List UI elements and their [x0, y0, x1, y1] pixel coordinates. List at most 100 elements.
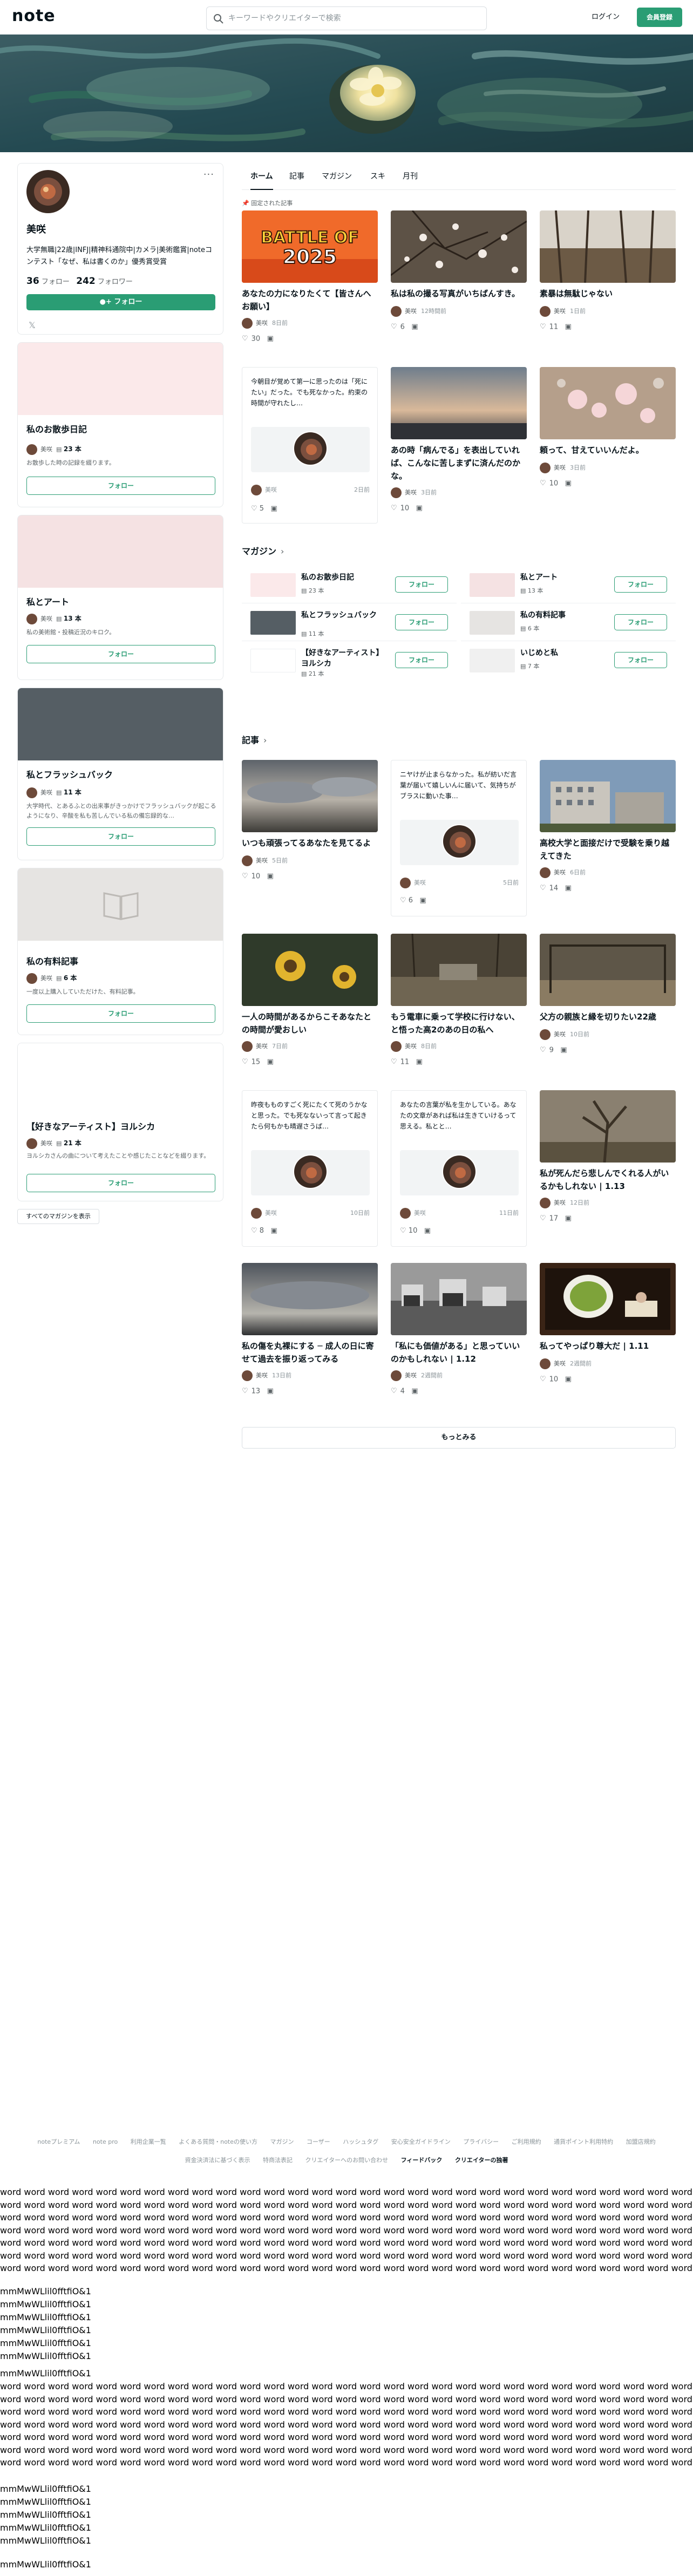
bookmark-icon[interactable]: ▣	[416, 503, 423, 514]
heart-icon[interactable]: ♡	[242, 334, 248, 344]
avatar[interactable]	[26, 170, 70, 213]
bookmark-icon[interactable]: ▣	[411, 1386, 418, 1397]
article-card[interactable]: 今朝目が覚めて第一に思ったのは「死にたい」だった。でも死なかった。約束の時間が守…	[242, 367, 378, 529]
follow-button[interactable]: フォロー	[395, 614, 448, 630]
following-label[interactable]: フォロー	[42, 278, 70, 286]
bookmark-icon[interactable]: ▣	[270, 1227, 277, 1235]
footer-link[interactable]: 利用企業一覧	[131, 2138, 166, 2145]
follow-button[interactable]: フォロー	[395, 576, 448, 593]
x-icon[interactable]: 𝕏	[29, 320, 36, 330]
article-card[interactable]: 頼って、甘えていいんだよ。 美咲 3日前 ♡ 10 ▣	[540, 367, 676, 529]
magazine-card[interactable]: 私とアート 美咲 ▤ 13 本 私の美術館・投稿近況のキロク。 フォロー	[17, 515, 223, 680]
footer-link[interactable]: note pro	[93, 2138, 118, 2145]
heart-icon[interactable]: ♡	[400, 1227, 406, 1235]
bookmark-icon[interactable]: ▣	[424, 1227, 431, 1235]
follow-button[interactable]: フォロー	[26, 827, 215, 846]
article-card[interactable]: 私は私の撮る写真がいちばんすき。 美咲 12時間前 ♡ 6 ▣	[391, 210, 527, 356]
bookmark-icon[interactable]: ▣	[565, 322, 572, 332]
article-card[interactable]: あの時「病んでる」を表出していれば、こんなに苦しまずに済んだのかな。 美咲 3日前…	[391, 367, 527, 529]
footer-link[interactable]: 特商法表記	[263, 2157, 293, 2164]
article-card[interactable]: BATTLE OF 2025 あなたの力になりたくて【皆さんへお願い】 美咲 8日前…	[242, 210, 378, 356]
footer-link[interactable]: ハッシュタグ	[343, 2138, 378, 2145]
heart-icon[interactable]: ♡	[400, 896, 406, 905]
note-logo[interactable]: note	[12, 6, 56, 25]
bookmark-icon[interactable]: ▣	[267, 1057, 274, 1068]
footer-link[interactable]: 資金決済法に基づく表示	[185, 2157, 250, 2164]
tab-likes[interactable]: スキ	[370, 171, 385, 190]
article-card[interactable]: 素暴は無駄じゃない 美咲 1日前 ♡ 11 ▣	[540, 210, 676, 356]
article-card[interactable]: いつも頑張ってるあなたを見てるよ 美咲 5日前 ♡ 10 ▣	[242, 760, 378, 922]
bookmark-icon[interactable]: ▣	[267, 871, 274, 882]
bookmark-icon[interactable]: ▣	[267, 1386, 274, 1397]
heart-icon[interactable]: ♡	[391, 1386, 397, 1397]
follow-button[interactable]: フォロー	[26, 645, 215, 663]
signup-button[interactable]: 会員登録	[637, 8, 682, 27]
magazine-card[interactable]: 私とフラッシュバック 美咲 ▤ 11 本 大学時代、とあるふとの出来事がきっかけ…	[17, 688, 223, 860]
login-button[interactable]: ログイン	[584, 9, 627, 26]
bookmark-icon[interactable]: ▣	[560, 1045, 567, 1056]
search-box[interactable]	[206, 6, 487, 30]
footer-link[interactable]: noteプレミアム	[37, 2138, 80, 2145]
follow-button[interactable]: フォロー	[26, 1174, 215, 1192]
follow-button[interactable]: フォロー	[614, 614, 667, 630]
follow-button[interactable]: フォロー	[614, 652, 667, 668]
heart-icon[interactable]: ♡	[251, 1227, 257, 1235]
article-card[interactable]: 昨夜もものすごく死にたくて死のうかなと思った。でも死なないって言って起きたら何も…	[242, 1090, 378, 1252]
magazine-row[interactable]: いじめと私 ▤ 7 本 フォロー	[461, 641, 676, 679]
magazine-row[interactable]: 私とフラッシュバック ▤ 11 本 フォロー	[242, 603, 457, 641]
tab-magazines[interactable]: マガジン	[322, 171, 352, 190]
heart-icon[interactable]: ♡	[540, 322, 546, 332]
footer-link[interactable]: プライバシー	[463, 2138, 499, 2145]
follow-button[interactable]: フォロー	[395, 652, 448, 668]
article-card[interactable]: 私の傷を丸裸にする ─ 成人の日に寄せて過去を振り返ってみる 美咲 13日前 ♡ 1…	[242, 1263, 378, 1425]
footer-link[interactable]: クリエイターの独著	[455, 2157, 508, 2164]
footer-link[interactable]: ご利用規約	[512, 2138, 541, 2145]
article-card[interactable]: もう電車に乗って学校に行けない、と悟った高2のあの日の私へ 美咲 8日前 ♡ 11 …	[391, 934, 527, 1096]
follow-button[interactable]: フォロー	[26, 477, 215, 495]
footer-link[interactable]: よくある質問・noteの使い方	[179, 2138, 257, 2145]
follow-button[interactable]: フォロー	[26, 1004, 215, 1023]
heart-icon[interactable]: ♡	[242, 1386, 248, 1397]
footer-link[interactable]: 通貨ポイント利用特約	[554, 2138, 613, 2145]
bookmark-icon[interactable]: ▣	[565, 1213, 572, 1224]
bookmark-icon[interactable]: ▣	[267, 334, 274, 344]
magazines-section-title[interactable]: マガジン ›	[242, 544, 284, 557]
article-card[interactable]: 「私にも価値がある」と思っていいのかもしれない | 1.12 美咲 2週間前 ♡ 4…	[391, 1263, 527, 1425]
more-menu-icon[interactable]: ···	[203, 169, 214, 180]
footer-link[interactable]: マガジン	[270, 2138, 294, 2145]
heart-icon[interactable]: ♡	[540, 1045, 546, 1056]
footer-link[interactable]: フィードバック	[401, 2157, 443, 2164]
all-magazines-button[interactable]: すべてのマガジンを表示	[17, 1209, 99, 1224]
magazine-card[interactable]: 私のお散歩日記 美咲 ▤ 23 本 お散歩した時の記録を綴ります。 フォロー	[17, 342, 223, 507]
articles-section-title[interactable]: 記事 ›	[242, 733, 267, 746]
tab-home[interactable]: ホーム	[250, 171, 273, 190]
tab-notes[interactable]: 記事	[289, 171, 304, 190]
heart-icon[interactable]: ♡	[251, 505, 257, 513]
following-count[interactable]: 36	[26, 276, 39, 287]
followers-label[interactable]: フォロワー	[98, 278, 133, 286]
heart-icon[interactable]: ♡	[391, 503, 397, 514]
heart-icon[interactable]: ♡	[540, 1213, 546, 1224]
bookmark-icon[interactable]: ▣	[565, 478, 572, 489]
article-card[interactable]: 私が死んだら悲しんでくれる人がいるかもしれない | 1.13 美咲 12日前 ♡ 1…	[540, 1090, 676, 1252]
article-card[interactable]: 高校大学と面接だけで受験を乗り越えてきた 美咲 6日前 ♡ 14 ▣	[540, 760, 676, 922]
article-card[interactable]: あなたの言葉が私を生かしている。あなたの文章があれば私は生きていけるって思える。…	[391, 1090, 527, 1252]
bookmark-icon[interactable]: ▣	[565, 883, 572, 894]
bookmark-icon[interactable]: ▣	[411, 322, 418, 332]
followers-count[interactable]: 242	[76, 276, 96, 287]
article-card[interactable]: 父方の親族と縁を切りたい22歳 美咲 10日前 ♡ 9 ▣	[540, 934, 676, 1096]
footer-link[interactable]: 加盟店規約	[626, 2138, 656, 2145]
heart-icon[interactable]: ♡	[540, 883, 546, 894]
bookmark-icon[interactable]: ▣	[419, 896, 426, 905]
heart-icon[interactable]: ♡	[242, 1057, 248, 1068]
heart-icon[interactable]: ♡	[391, 1057, 397, 1068]
article-card[interactable]: 私ってやっぱり尊大だ | 1.11 美咲 2週間前 ♡ 10 ▣	[540, 1263, 676, 1425]
bookmark-icon[interactable]: ▣	[416, 1057, 423, 1068]
magazine-card[interactable]: 【好きなアーティスト】ヨルシカ 美咲 ▤ 21 本 ヨルシカさんの曲について考え…	[17, 1043, 223, 1201]
magazine-row[interactable]: 私の有料記事 ▤ 6 本 フォロー	[461, 603, 676, 641]
follow-button[interactable]: ●+ フォロー	[26, 294, 215, 310]
search-input[interactable]	[228, 7, 482, 30]
footer-link[interactable]: クリエイターへのお問い合わせ	[305, 2157, 389, 2164]
heart-icon[interactable]: ♡	[242, 871, 248, 882]
follow-button[interactable]: フォロー	[614, 576, 667, 593]
